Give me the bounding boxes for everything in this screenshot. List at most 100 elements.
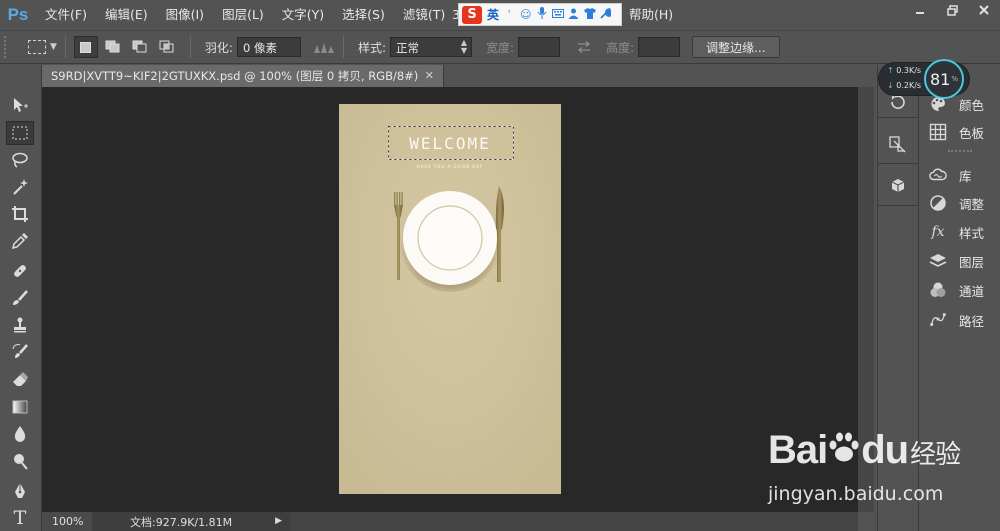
baidu-watermark: Bai du经验 jingyan.baidu.com	[768, 428, 978, 518]
panel-channels-label: 通道	[959, 283, 985, 299]
rectangular-marquee-tool-icon[interactable]	[6, 121, 34, 145]
paths-icon	[927, 310, 949, 330]
welcome-heading: WELCOME	[409, 134, 491, 153]
panel-paths[interactable]: 路径	[927, 308, 1000, 332]
panel-layers[interactable]: 图层	[927, 249, 1000, 273]
blur-tool-icon[interactable]	[6, 422, 34, 446]
microphone-icon[interactable]	[536, 7, 547, 22]
wrench-icon[interactable]	[600, 7, 613, 22]
document-size-info: 文档:927.9K/1.81M	[130, 515, 233, 529]
window-controls	[904, 0, 1000, 22]
refine-edge-button[interactable]: 调整边缘...	[692, 36, 780, 58]
shirt-icon[interactable]	[584, 7, 597, 22]
healing-brush-tool-icon[interactable]	[6, 259, 34, 283]
tool-preset-picker-icon[interactable]	[28, 40, 46, 54]
restore-icon[interactable]	[936, 0, 968, 20]
panel-group-grip[interactable]	[948, 150, 972, 156]
tools-panel: T	[0, 65, 42, 531]
anti-alias-icon[interactable]	[313, 40, 335, 54]
crop-tool-icon[interactable]	[6, 202, 34, 226]
eyedropper-tool-icon[interactable]	[6, 229, 34, 253]
user-icon[interactable]	[568, 8, 579, 22]
close-icon[interactable]	[968, 0, 1000, 20]
style-select[interactable]: 正常 ▲ ▼	[390, 37, 473, 57]
keyboard-icon[interactable]	[552, 8, 565, 21]
move-tool-icon[interactable]	[6, 93, 34, 117]
clone-source-panel-icon[interactable]	[884, 131, 912, 157]
dodge-tool-icon[interactable]	[6, 449, 34, 473]
status-bar: 100% 文档:927.9K/1.81M ▶	[42, 512, 290, 531]
download-speed-value: 0.2K/s	[896, 81, 922, 90]
subtract-from-selection-button[interactable]	[128, 36, 152, 58]
width-input[interactable]	[518, 37, 561, 57]
subtract-from-selection-icon	[132, 40, 147, 53]
menu-image[interactable]: 图像(I)	[157, 0, 213, 30]
status-menu-arrow-icon[interactable]: ▶	[275, 516, 282, 526]
menu-help[interactable]: 帮助(H)	[620, 0, 682, 30]
cloud-icon	[927, 165, 949, 185]
intersect-selection-button[interactable]	[155, 36, 179, 58]
chevron-down-icon[interactable]: ▼	[50, 42, 57, 52]
tab-strip	[444, 65, 874, 87]
close-tab-icon[interactable]: ✕	[425, 65, 434, 87]
cpu-usage-value: 81	[929, 69, 951, 89]
ime-toolbar[interactable]: S 英 ʾ ☺	[458, 3, 622, 26]
gradient-tool-icon[interactable]	[6, 395, 34, 419]
watermark-url: jingyan.baidu.com	[768, 483, 944, 505]
punctuation-icon[interactable]: ʾ	[504, 8, 515, 21]
baidu-logo-suffix: du	[861, 428, 909, 472]
upload-speed-value: 0.3K/s	[896, 66, 922, 75]
panel-libraries[interactable]: 库	[927, 163, 1000, 187]
type-tool-icon[interactable]: T	[6, 506, 34, 530]
panel-channels[interactable]: 通道	[927, 278, 1000, 302]
cpu-usage-badge[interactable]: 81%	[924, 59, 964, 99]
canvas-area[interactable]: WELCOME HAVE YOU A GOOD DAY	[42, 87, 858, 512]
menu-layer[interactable]: 图层(L)	[213, 0, 273, 30]
options-bar-grip[interactable]	[4, 36, 10, 58]
add-to-selection-button[interactable]	[101, 36, 125, 58]
width-label: 宽度:	[486, 40, 515, 55]
pen-tool-icon[interactable]	[6, 479, 34, 503]
eraser-tool-icon[interactable]	[6, 367, 34, 391]
brush-tool-icon[interactable]	[6, 286, 34, 310]
zoom-level-field[interactable]: 100%	[42, 512, 92, 531]
menu-file[interactable]: 文件(F)	[36, 0, 96, 30]
panel-layers-label: 图层	[959, 254, 985, 270]
panel-styles[interactable]: fx 样式	[927, 220, 1000, 244]
intersect-selection-icon	[159, 40, 174, 53]
menu-type[interactable]: 文字(Y)	[273, 0, 333, 30]
menu-select[interactable]: 选择(S)	[333, 0, 394, 30]
swap-width-height-icon[interactable]	[576, 41, 592, 53]
magic-wand-tool-icon[interactable]	[6, 175, 34, 199]
cpu-usage-unit: %	[951, 75, 958, 83]
feather-input[interactable]: 0 像素	[236, 37, 301, 57]
clone-stamp-tool-icon[interactable]	[6, 313, 34, 337]
artwork	[339, 104, 561, 494]
3d-panel-icon[interactable]	[884, 173, 912, 199]
menu-filter[interactable]: 滤镜(T)	[394, 0, 454, 30]
style-select-value: 正常	[396, 41, 420, 55]
sogou-logo-icon[interactable]: S	[462, 5, 482, 24]
panel-adjustments[interactable]: 调整	[927, 191, 1000, 215]
ime-language-toggle[interactable]: 英	[487, 6, 499, 23]
channels-icon	[927, 280, 949, 300]
document-tab[interactable]: S9RD|XVTT9~KIF2|2GTUXKX.psd @ 100% (图层 0…	[42, 65, 444, 87]
upload-arrow-icon: ↑	[887, 66, 894, 75]
download-speed: ↓ 0.2K/s	[887, 81, 921, 90]
minimize-icon[interactable]	[904, 0, 936, 20]
menu-edit[interactable]: 编辑(E)	[96, 0, 157, 30]
swatches-icon	[927, 122, 949, 142]
divider	[64, 36, 66, 58]
document-canvas[interactable]: WELCOME HAVE YOU A GOOD DAY	[339, 104, 561, 494]
lasso-tool-icon[interactable]	[6, 148, 34, 172]
panel-swatches[interactable]: 色板	[927, 120, 1000, 144]
select-arrows-icon: ▲ ▼	[460, 38, 468, 55]
emoji-icon[interactable]: ☺	[520, 8, 531, 21]
document-title: S9RD|XVTT9~KIF2|2GTUXKX.psd @ 100% (图层 0…	[51, 69, 419, 83]
download-arrow-icon: ↓	[887, 81, 894, 90]
baidu-logo: Bai du经验	[768, 428, 961, 473]
tagline: HAVE YOU A GOOD DAY	[416, 164, 484, 169]
history-brush-tool-icon[interactable]	[6, 340, 34, 364]
height-input[interactable]	[638, 37, 681, 57]
new-selection-button[interactable]	[73, 36, 98, 58]
